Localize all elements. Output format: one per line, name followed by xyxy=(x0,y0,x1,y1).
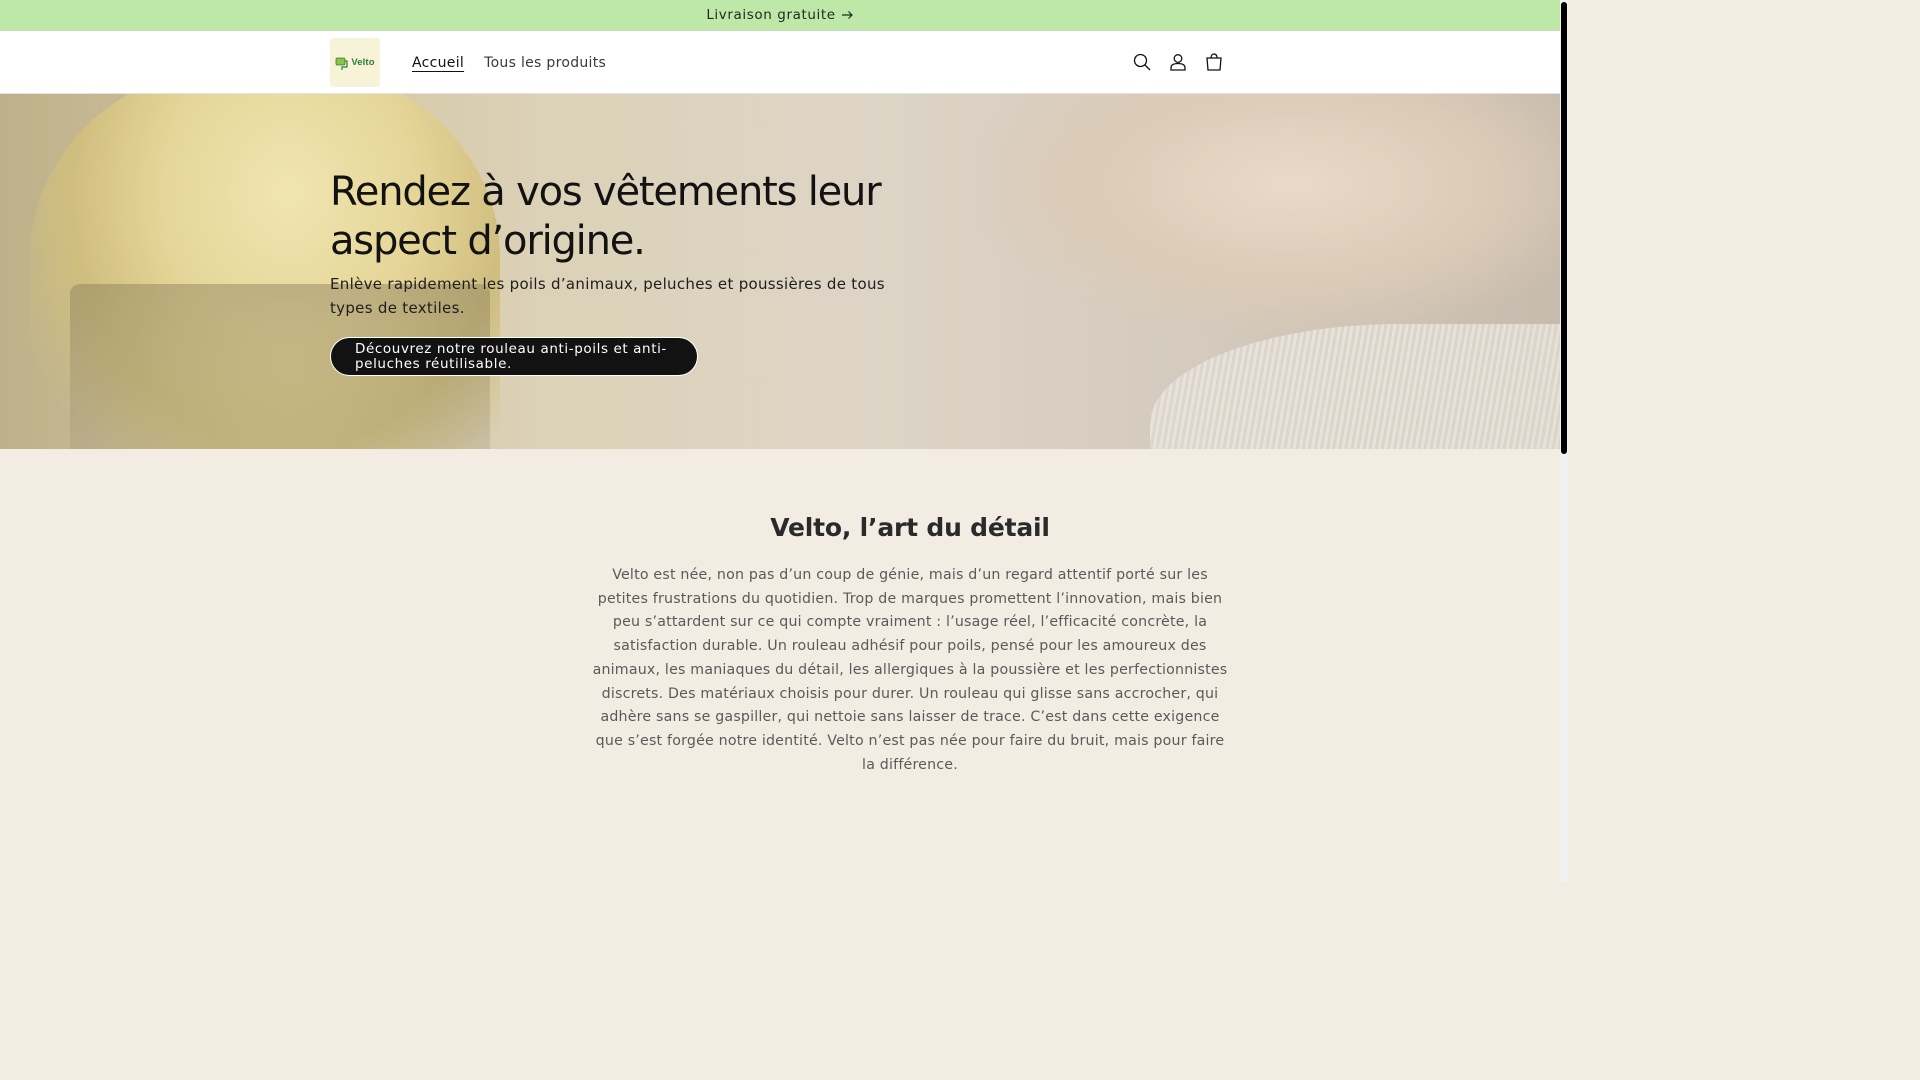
cart-button[interactable] xyxy=(1196,44,1232,80)
hero-text: Enlève rapidement les poils d’animaux, p… xyxy=(330,275,885,317)
logo-text: Velto xyxy=(351,57,375,68)
account-button[interactable] xyxy=(1160,44,1196,80)
search-button[interactable] xyxy=(1124,44,1160,80)
hero-title: Rendez à vos vêtements leur aspect d’ori… xyxy=(330,169,882,264)
hero-cta-button[interactable]: Découvrez notre rouleau anti-poils et an… xyxy=(330,337,698,376)
announcement-link[interactable]: Livraison gratuite xyxy=(706,7,853,23)
hero-banner: Rendez à vos vêtements leur aspect d’ori… xyxy=(0,94,1560,449)
scrollbar-thumb[interactable] xyxy=(1561,2,1567,454)
about-text: Velto est née, non pas d’un coup de géni… xyxy=(592,567,1228,773)
scrollbar[interactable] xyxy=(1560,0,1568,882)
about-title: Velto, l’art du détail xyxy=(770,513,1050,542)
nav-item-accueil[interactable]: Accueil xyxy=(402,55,474,71)
account-icon xyxy=(1170,54,1186,71)
arrow-right-icon xyxy=(841,11,853,19)
logo[interactable]: Velto xyxy=(330,38,380,87)
site-header: Velto Accueil Tous les produits xyxy=(0,31,1560,94)
lint-roller-icon xyxy=(335,57,348,70)
main-nav: Accueil Tous les produits xyxy=(402,31,616,94)
search-icon xyxy=(1133,53,1151,71)
nav-item-tous-les-produits[interactable]: Tous les produits xyxy=(474,55,616,71)
cart-icon xyxy=(1206,53,1222,71)
announcement-bar: Livraison gratuite xyxy=(0,0,1560,31)
header-icons xyxy=(1124,44,1232,80)
page: Livraison gratuite Velto Accueil Tous le… xyxy=(0,0,1560,882)
about-section: Velto, l’art du détail Velto est née, no… xyxy=(0,449,1560,882)
announcement-text: Livraison gratuite xyxy=(706,7,836,23)
